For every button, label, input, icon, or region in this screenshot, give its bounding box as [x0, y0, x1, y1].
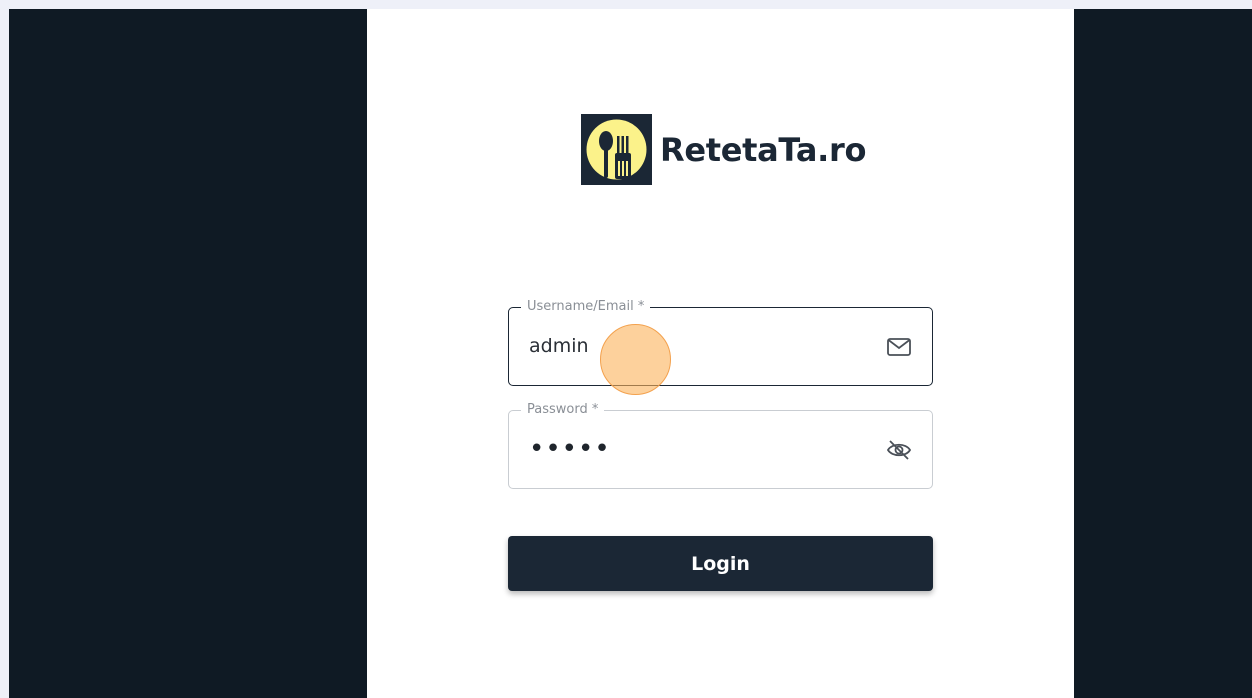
username-value[interactable]: admin: [529, 335, 589, 357]
login-panel: RetetaTa.ro Username/Email * admin Passw…: [367, 9, 1074, 698]
password-value[interactable]: •••••: [529, 434, 611, 464]
eye-off-icon[interactable]: [886, 437, 912, 463]
username-field[interactable]: Username/Email * admin: [508, 299, 933, 386]
brand-name: RetetaTa.ro: [660, 130, 867, 169]
spoon-fork-logo-icon: [581, 114, 652, 185]
login-button[interactable]: Login: [508, 536, 933, 591]
password-field[interactable]: Password * •••••: [508, 402, 933, 489]
mail-icon: [886, 334, 912, 360]
username-label: Username/Email *: [521, 299, 651, 314]
brand-logo: RetetaTa.ro: [581, 114, 866, 185]
password-label: Password *: [521, 402, 605, 417]
